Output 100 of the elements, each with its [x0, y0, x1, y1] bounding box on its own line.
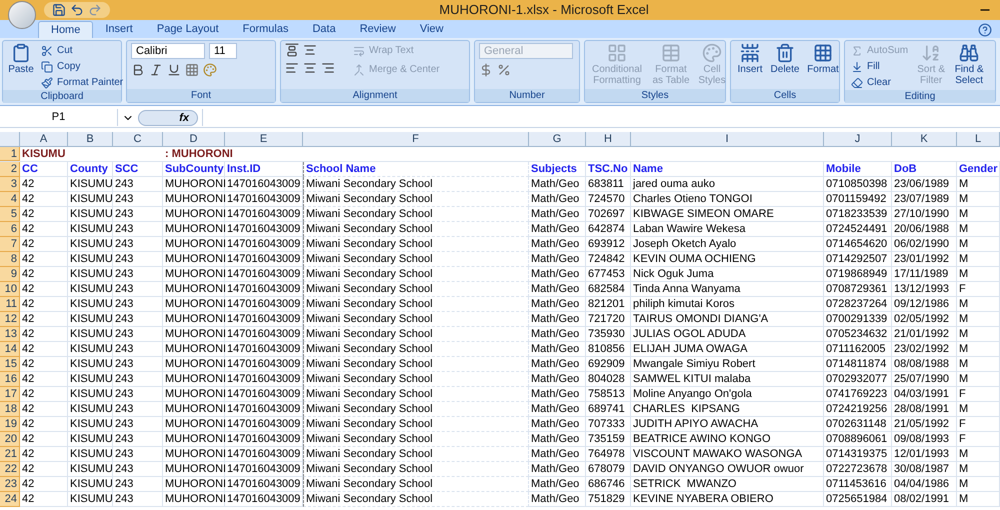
cut-button[interactable]: Cut [39, 43, 126, 58]
row-header[interactable]: 5 [0, 207, 20, 222]
row-header[interactable]: 17 [0, 387, 20, 402]
table-cell: Miwani Secondary School [303, 177, 529, 192]
font-name-field[interactable]: Calibri [131, 43, 205, 59]
row-header[interactable]: 2 [0, 162, 20, 177]
table-cell: 689741 [586, 402, 631, 417]
row-header[interactable]: 8 [0, 252, 20, 267]
ribbon-tab[interactable]: Review [348, 21, 408, 38]
table-cell: 12/01/1993 [892, 447, 957, 462]
row-header[interactable]: 13 [0, 327, 20, 342]
column-header[interactable]: F [303, 132, 529, 146]
column-heading: DoB [892, 162, 957, 177]
row-header[interactable]: 22 [0, 462, 20, 477]
row-header[interactable]: 1 [0, 147, 20, 161]
row-header[interactable]: 16 [0, 372, 20, 387]
row-header[interactable]: 9 [0, 267, 20, 282]
row-header[interactable]: 24 [0, 492, 20, 507]
row-header[interactable]: 15 [0, 357, 20, 372]
column-header[interactable]: J [824, 132, 892, 146]
row-header[interactable]: 7 [0, 237, 20, 252]
cells-button[interactable]: Insert [735, 43, 765, 75]
row-header[interactable]: 19 [0, 417, 20, 432]
table-cell: 42 [20, 417, 68, 432]
row-header[interactable]: 3 [0, 177, 20, 192]
eraser-icon [851, 76, 863, 88]
row-header[interactable]: 4 [0, 192, 20, 207]
row-header[interactable]: 10 [0, 282, 20, 297]
column-header[interactable]: D [163, 132, 225, 146]
table-cell: 677453 [586, 267, 631, 282]
table-cell: Math/Geo [529, 177, 586, 192]
office-button[interactable] [8, 1, 36, 29]
column-heading: Mobile [824, 162, 892, 177]
table-cell: MUHORONI [163, 462, 225, 477]
row-header[interactable]: 18 [0, 402, 20, 417]
cells-button[interactable]: Delete [769, 43, 801, 75]
table-cell: 30/08/1987 [892, 462, 957, 477]
table-cell: Miwani Secondary School [303, 282, 529, 297]
table-cell: 243 [113, 387, 163, 402]
table-cell-text: : MUHORONI [164, 147, 234, 161]
column-header[interactable]: L [957, 132, 1000, 146]
row-header[interactable]: 14 [0, 342, 20, 357]
ribbon-tab[interactable]: View [408, 21, 456, 38]
row-header[interactable]: 6 [0, 222, 20, 237]
table-cell: 147016043009 [225, 267, 303, 282]
ribbon-tab[interactable]: Page Layout [144, 21, 231, 38]
column-header[interactable]: C [113, 132, 163, 146]
find-select-button[interactable]: Find & Select [952, 43, 986, 86]
table-cell: M [957, 267, 1000, 282]
column-header[interactable]: K [892, 132, 957, 146]
table-cell: 702697 [586, 207, 631, 222]
table-cell: 02/05/1992 [892, 312, 957, 327]
table-cell: Math/Geo [529, 432, 586, 447]
row-header[interactable]: 20 [0, 432, 20, 447]
table-cell: 42 [20, 282, 68, 297]
clear-button[interactable]: Clear [849, 75, 910, 90]
column-header[interactable]: E [225, 132, 303, 146]
row-header[interactable]: 12 [0, 312, 20, 327]
copy-icon [41, 60, 53, 72]
table-cell: Math/Geo [529, 357, 586, 372]
table-cell: 04/04/1986 [892, 477, 957, 492]
column-header[interactable]: G [529, 132, 586, 146]
column-header[interactable]: H [586, 132, 631, 146]
table-cell: M [957, 447, 1000, 462]
column-heading: SubCounty [163, 162, 225, 177]
table-cell: MUHORONI [163, 282, 225, 297]
ribbon-tab[interactable]: Home [38, 21, 94, 38]
ribbon-tab[interactable]: Formulas [230, 21, 300, 38]
column-header[interactable]: I [631, 132, 824, 146]
row-header[interactable]: 21 [0, 447, 20, 462]
table-cell: KEVIN OUMA OCHIENG [631, 252, 824, 267]
paste-button[interactable]: Paste [7, 43, 35, 75]
function-button[interactable]: fx [138, 110, 198, 126]
row-header[interactable]: 23 [0, 477, 20, 492]
table-cell: JULIAS OGOL ADUDA [631, 327, 824, 342]
table-cell: 243 [113, 417, 163, 432]
format-painter-button[interactable]: Format Painter [39, 75, 126, 90]
font-size-field[interactable]: 11 [209, 43, 237, 59]
row-header[interactable]: 11 [0, 297, 20, 312]
column-header[interactable]: A [20, 132, 68, 146]
ribbon-tab[interactable]: Insert [93, 21, 145, 38]
table-cell: 243 [113, 237, 163, 252]
table-cell: 0724219256 [824, 402, 892, 417]
window-title: MUHORONI-1.xlsx - Microsoft Excel [438, 1, 650, 20]
cells-button[interactable]: Format [805, 43, 841, 75]
copy-button[interactable]: Copy [39, 59, 126, 74]
table-cell: Miwani Secondary School [303, 402, 529, 417]
table-cell: 243 [113, 327, 163, 342]
fill-button[interactable]: Fill [849, 59, 910, 74]
name-box[interactable]: P1 [0, 109, 118, 126]
table-cell: Math/Geo [529, 267, 586, 282]
table-cell: 147016043009 [225, 387, 303, 402]
table-cell: M [957, 192, 1000, 207]
ribbon-tab[interactable]: Data [300, 21, 348, 38]
table-cell: 09/12/1986 [892, 297, 957, 312]
table-cell: SETRICK MWANZO [631, 477, 824, 492]
table-cell: 42 [20, 267, 68, 282]
column-heading: Inst.ID [225, 162, 303, 177]
column-header[interactable]: B [68, 132, 113, 146]
table-cell: Math/Geo [529, 192, 586, 207]
